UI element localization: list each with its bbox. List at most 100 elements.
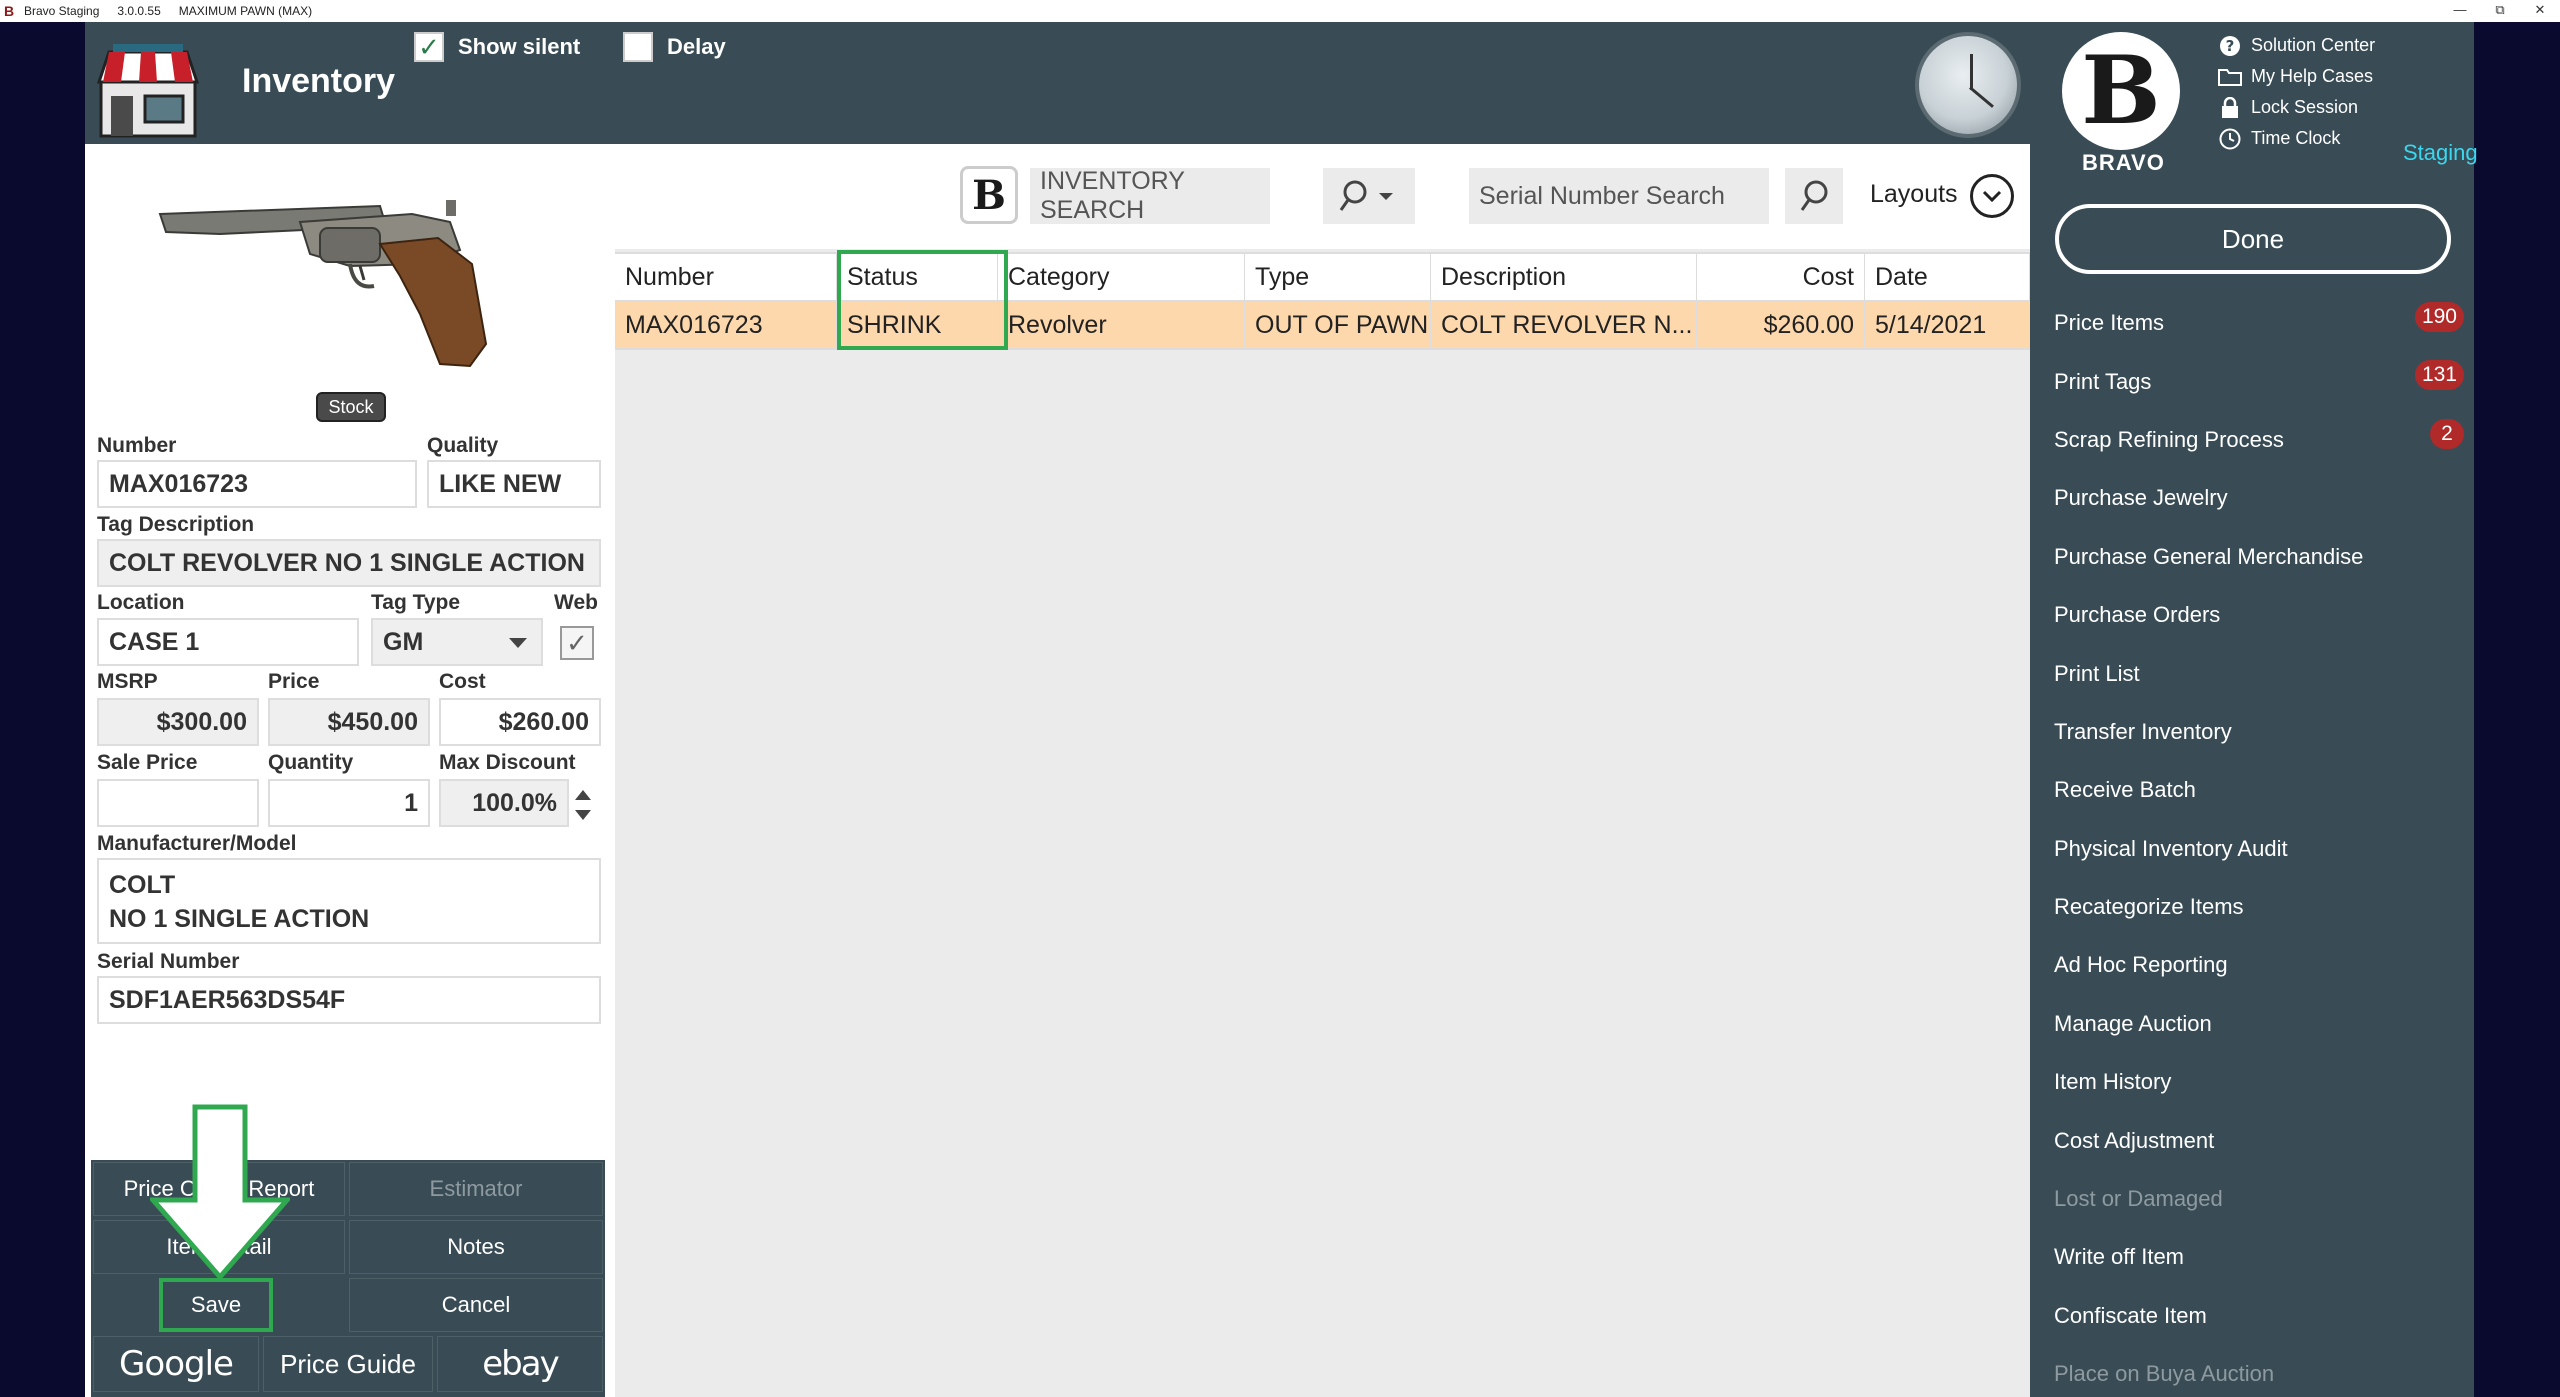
delay-checkbox[interactable] (623, 32, 653, 62)
menu-item-label: Write off Item (2054, 1244, 2185, 1270)
layouts-dropdown-button[interactable] (1970, 174, 2014, 218)
menu-item-receive-batch[interactable]: Receive Batch (2054, 761, 2464, 819)
menu-item-ad-hoc-reporting[interactable]: Ad Hoc Reporting (2054, 936, 2464, 994)
chevron-down-icon (509, 638, 527, 648)
number-field[interactable]: MAX016723 (97, 460, 417, 508)
menu-item-label: Print List (2054, 660, 2140, 686)
delay-toggle[interactable]: Delay (623, 32, 726, 62)
column-header-category[interactable]: Category (998, 254, 1245, 300)
menu-item-print-list[interactable]: Print List (2054, 644, 2464, 702)
store-icon[interactable] (95, 38, 201, 138)
menu-item-confiscate-item[interactable]: Confiscate Item (2054, 1287, 2464, 1345)
minimize-icon[interactable]: — (2440, 0, 2480, 22)
max-discount-stepper[interactable] (569, 782, 597, 830)
restore-icon[interactable]: ⧉ (2480, 0, 2520, 22)
search-icon (1800, 180, 1828, 211)
max-discount-label: Max Discount (439, 751, 576, 774)
column-header-date[interactable]: Date (1865, 254, 2030, 300)
menu-item-recategorize-items[interactable]: Recategorize Items (2054, 878, 2464, 936)
save-button[interactable]: Save (159, 1278, 273, 1332)
store-name: MAXIMUM PAWN (MAX) (178, 4, 313, 18)
location-label: Location (97, 591, 185, 614)
item-detail-button[interactable]: Item Detail (93, 1220, 345, 1274)
menu-item-transfer-inventory[interactable]: Transfer Inventory (2054, 703, 2464, 761)
menu-item-price-items[interactable]: Price Items 190 (2054, 294, 2464, 352)
menu-item-label: Ad Hoc Reporting (2054, 952, 2228, 978)
column-header-status[interactable]: Status (837, 254, 998, 300)
serial-search-button[interactable] (1785, 168, 1843, 224)
notes-button[interactable]: Notes (349, 1220, 603, 1274)
ebay-button[interactable]: ebay (437, 1336, 603, 1392)
manufacturer-model-field[interactable]: COLT NO 1 SINGLE ACTION (97, 858, 601, 944)
price-guide-button[interactable]: Price Guide (263, 1336, 433, 1392)
web-checkbox[interactable]: ✓ (560, 626, 594, 660)
clock-icon (2218, 127, 2242, 151)
location-field[interactable]: CASE 1 (97, 618, 359, 666)
menu-item-label: Place on Buya Auction (2054, 1361, 2275, 1387)
stepper-up-icon[interactable] (575, 790, 591, 800)
menu-item-item-history[interactable]: Item History (2054, 1053, 2464, 1111)
menu-item-label: Recategorize Items (2054, 894, 2244, 920)
lock-session-link[interactable]: Lock Session (2218, 92, 2375, 123)
price-check-report-button[interactable]: Price Check Report (93, 1162, 345, 1216)
tag-description-field[interactable]: COLT REVOLVER NO 1 SINGLE ACTION (97, 539, 601, 587)
cancel-button[interactable]: Cancel (349, 1278, 603, 1332)
menu-item-lost-or-damaged[interactable]: Lost or Damaged (2054, 1170, 2464, 1228)
column-header-number[interactable]: Number (615, 254, 837, 300)
menu-item-place-on-buya-auction[interactable]: Place on Buya Auction (2054, 1345, 2464, 1397)
menu-item-physical-inventory-audit[interactable]: Physical Inventory Audit (2054, 820, 2464, 878)
column-header-type[interactable]: Type (1245, 254, 1431, 300)
quantity-field[interactable]: 1 (268, 779, 430, 827)
row-cost: $260.00 (1697, 302, 1865, 348)
chevron-down-icon (1982, 190, 2002, 203)
close-icon[interactable]: ✕ (2520, 0, 2560, 22)
done-button[interactable]: Done (2055, 204, 2451, 274)
menu-item-purchase-general-merchandise[interactable]: Purchase General Merchandise (2054, 528, 2464, 586)
menu-item-label: Scrap Refining Process (2054, 426, 2284, 452)
msrp-field[interactable]: $300.00 (97, 698, 259, 746)
stepper-down-icon[interactable] (575, 810, 591, 820)
solution-center-link[interactable]: ? Solution Center (2218, 30, 2375, 61)
menu-item-scrap-refining-process[interactable]: Scrap Refining Process 2 (2054, 411, 2464, 469)
google-button[interactable]: Google (93, 1336, 259, 1392)
stock-tag[interactable]: Stock (316, 392, 386, 422)
column-header-description[interactable]: Description (1431, 254, 1697, 300)
search-icon (1339, 180, 1393, 211)
menu-item-purchase-jewelry[interactable]: Purchase Jewelry (2054, 469, 2464, 527)
sale-price-label: Sale Price (97, 751, 198, 774)
menu-item-write-off-item[interactable]: Write off Item (2054, 1228, 2464, 1286)
show-silent-toggle[interactable]: ✓ Show silent (414, 32, 580, 62)
table-row[interactable]: MAX016723 SHRINK Revolver OUT OF PAWN CO… (615, 302, 2030, 350)
window-title-bar: B Bravo Staging 3.0.0.55 MAXIMUM PAWN (M… (0, 0, 2560, 22)
quality-field[interactable]: LIKE NEW (427, 460, 601, 508)
menu-item-cost-adjustment[interactable]: Cost Adjustment (2054, 1111, 2464, 1169)
menu-item-label: Manage Auction (2054, 1010, 2212, 1036)
menu-item-label: Transfer Inventory (2054, 718, 2232, 744)
brand-name: BRAVO (2082, 150, 2165, 175)
max-discount-field[interactable]: 100.0% (439, 779, 569, 827)
sale-price-field[interactable] (97, 779, 259, 827)
price-field[interactable]: $450.00 (268, 698, 430, 746)
estimator-button[interactable]: Estimator (349, 1162, 603, 1216)
quality-label: Quality (427, 434, 499, 457)
item-photo[interactable] (150, 194, 570, 394)
serial-field[interactable]: SDF1AER563DS54F (97, 976, 601, 1024)
layouts-label[interactable]: Layouts (1870, 180, 1958, 209)
tag-type-dropdown[interactable]: GM (371, 618, 543, 666)
cost-field[interactable]: $260.00 (439, 698, 601, 746)
row-category: Revolver (998, 302, 1245, 348)
inventory-search-button[interactable] (1323, 168, 1415, 224)
show-silent-checkbox[interactable]: ✓ (414, 32, 444, 62)
serial-number-search-input[interactable]: Serial Number Search (1469, 168, 1769, 224)
my-help-cases-link[interactable]: My Help Cases (2218, 61, 2375, 92)
menu-item-label: Receive Batch (2054, 777, 2196, 803)
time-clock-link[interactable]: Time Clock (2218, 123, 2375, 154)
menu-item-manage-auction[interactable]: Manage Auction (2054, 995, 2464, 1053)
column-header-cost[interactable]: Cost (1697, 254, 1865, 300)
bravo-search-mode-button[interactable]: B (960, 166, 1018, 224)
menu-item-purchase-orders[interactable]: Purchase Orders (2054, 586, 2464, 644)
menu-item-label: Cost Adjustment (2054, 1127, 2215, 1153)
menu-item-print-tags[interactable]: Print Tags 131 (2054, 352, 2464, 410)
inventory-search-input[interactable]: INVENTORY SEARCH (1030, 167, 1270, 224)
show-silent-label: Show silent (458, 34, 581, 59)
